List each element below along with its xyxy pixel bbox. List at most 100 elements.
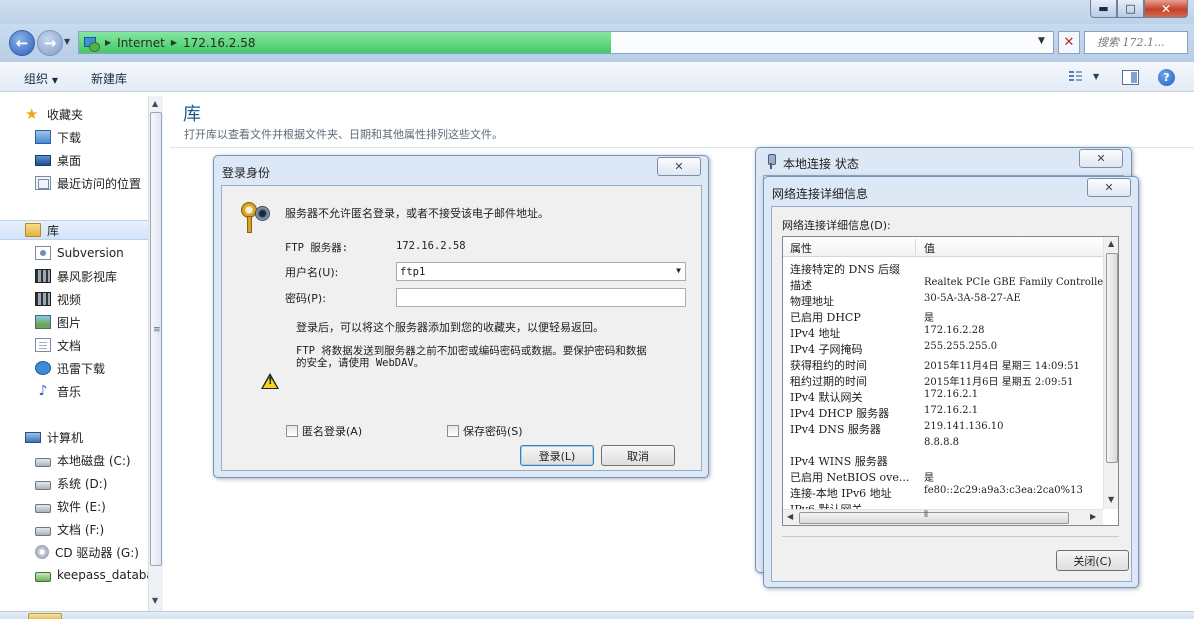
- scroll-up-icon[interactable]: ▲: [152, 99, 158, 108]
- list-item[interactable]: IPv4 DHCP 服务器 172.16.2.1: [783, 403, 1103, 420]
- dialog-close-button[interactable]: ✕: [1087, 178, 1131, 197]
- password-field[interactable]: [396, 288, 686, 307]
- sidebar-item-videos[interactable]: 视频: [0, 289, 148, 309]
- cancel-button[interactable]: 取消: [601, 445, 675, 466]
- favorites-hint: 登录后，可以将这个服务器添加到您的收藏夹，以便轻易返回。: [296, 321, 604, 334]
- change-view-icon[interactable]: [1067, 68, 1085, 85]
- dialog-body: 服务器不允许匿名登录，或者不接受该电子邮件地址。 FTP 服务器: 172.16…: [221, 185, 702, 471]
- new-library-button[interactable]: 新建库: [91, 70, 127, 87]
- sidebar-item-drive-e[interactable]: 软件 (E:): [0, 496, 148, 516]
- view-dropdown-icon[interactable]: ▼: [1093, 72, 1099, 81]
- sidebar-item-drive-f[interactable]: 文档 (F:): [0, 519, 148, 539]
- list-item[interactable]: IPv4 地址 172.16.2.28: [783, 323, 1103, 340]
- list-item[interactable]: 已启用 NetBIOS ove... 是: [783, 467, 1103, 484]
- divider: [782, 536, 1119, 537]
- close-details-button[interactable]: 关闭(C): [1056, 550, 1129, 571]
- sidebar-item-drive-c[interactable]: 本地磁盘 (C:): [0, 450, 148, 470]
- list-item[interactable]: 连接-本地 IPv6 地址 fe80::2c29:a9a3:c3ea:2ca0%1…: [783, 483, 1103, 500]
- list-item[interactable]: 连接特定的 DNS 后缀: [783, 259, 1103, 276]
- breadcrumb-internet[interactable]: Internet: [117, 36, 165, 50]
- scroll-left-icon[interactable]: ◀: [787, 512, 793, 521]
- sidebar-libraries[interactable]: 库: [0, 220, 148, 240]
- details-list[interactable]: 属性 值 连接特定的 DNS 后缀 描述 Realtek PCIe GBE Fam…: [782, 236, 1119, 526]
- recent-pages-dropdown[interactable]: ▼: [64, 37, 74, 46]
- list-item[interactable]: 物理地址 30-5A-3A-58-27-AE: [783, 291, 1103, 308]
- column-divider[interactable]: [915, 239, 916, 255]
- list-item[interactable]: IPv4 DNS 服务器 219.141.136.10: [783, 419, 1103, 436]
- minimize-button[interactable]: ▬: [1090, 0, 1117, 18]
- sidebar-item-documents[interactable]: 文档: [0, 335, 148, 355]
- computer-icon: [25, 431, 41, 443]
- list-item[interactable]: IPv4 WINS 服务器: [783, 451, 1103, 468]
- scrollbar-thumb[interactable]: [150, 112, 162, 566]
- sidebar-item-music[interactable]: ♪ 音乐: [0, 381, 148, 401]
- download-folder-icon: [35, 130, 51, 144]
- list-item[interactable]: 已启用 DHCP 是: [783, 307, 1103, 324]
- sidebar-computer[interactable]: 计算机: [0, 427, 148, 447]
- sidebar-item-subversion[interactable]: Subversion: [0, 243, 148, 263]
- dialog-close-button[interactable]: ✕: [657, 157, 701, 176]
- breadcrumb-separator-icon[interactable]: ▶: [105, 38, 111, 47]
- back-button[interactable]: ←: [9, 30, 35, 56]
- stop-loading-button[interactable]: ✕: [1058, 31, 1080, 54]
- page-title: 库: [183, 104, 201, 125]
- preview-pane-icon[interactable]: [1122, 70, 1139, 85]
- sidebar-item-baofeng[interactable]: 暴风影视库: [0, 266, 148, 286]
- checkbox-box[interactable]: [447, 425, 459, 437]
- sidebar-item-recent[interactable]: 最近访问的位置: [0, 173, 148, 193]
- desktop-icon: [35, 154, 51, 166]
- checkbox-box[interactable]: [286, 425, 298, 437]
- save-password-checkbox[interactable]: 保存密码(S): [447, 423, 523, 439]
- scroll-up-icon[interactable]: ▲: [1108, 239, 1114, 248]
- video-library-icon: [35, 269, 51, 283]
- system-drive-icon: [35, 457, 51, 467]
- search-box[interactable]: [1084, 31, 1188, 54]
- scrollbar-thumb[interactable]: [1106, 253, 1118, 463]
- forward-button[interactable]: →: [37, 30, 63, 56]
- grip-icon: ≡: [153, 325, 161, 335]
- username-combobox[interactable]: ftp1 ▼: [396, 262, 686, 281]
- list-vertical-scrollbar[interactable]: ▲ ▼: [1103, 237, 1118, 509]
- scrollbar-thumb[interactable]: [799, 512, 1069, 524]
- documents-icon: [35, 338, 51, 352]
- list-horizontal-scrollbar[interactable]: ◀ ⦀ ▶: [783, 509, 1103, 525]
- dialog-title: 本地连接 状态: [783, 157, 859, 171]
- sidebar-item-drive-g[interactable]: CD 驱动器 (G:): [0, 542, 148, 562]
- sidebar-item-drive-d[interactable]: 系统 (D:): [0, 473, 148, 493]
- maximize-button[interactable]: □: [1117, 0, 1144, 18]
- anonymous-login-checkbox[interactable]: 匿名登录(A): [286, 423, 362, 439]
- login-button[interactable]: 登录(L): [520, 445, 594, 466]
- dialog-close-button[interactable]: ✕: [1079, 149, 1123, 168]
- ftp-server-label: FTP 服务器:: [285, 242, 349, 254]
- column-header-property[interactable]: 属性: [790, 240, 812, 256]
- breadcrumb-separator-icon[interactable]: ▶: [171, 38, 177, 47]
- sidebar-item-thunder[interactable]: 迅雷下载: [0, 358, 148, 378]
- scroll-down-icon[interactable]: ▼: [152, 596, 158, 605]
- scroll-right-icon[interactable]: ▶: [1090, 512, 1096, 521]
- close-button[interactable]: ✕: [1144, 0, 1188, 18]
- breadcrumb-host[interactable]: 172.16.2.58: [183, 36, 256, 50]
- address-bar[interactable]: ▶ Internet ▶ 172.16.2.58: [78, 31, 1054, 54]
- sidebar-item-downloads[interactable]: 下载: [0, 127, 148, 147]
- scroll-down-icon[interactable]: ▼: [1108, 495, 1114, 504]
- chevron-down-icon[interactable]: ▼: [676, 266, 681, 275]
- help-icon[interactable]: ?: [1158, 69, 1175, 86]
- search-input[interactable]: [1097, 36, 1177, 49]
- list-item[interactable]: 租约过期的时间 2015年11月6日 星期五 2:09:51: [783, 371, 1103, 388]
- list-item[interactable]: 8.8.8.8: [783, 435, 1103, 451]
- column-header-value[interactable]: 值: [924, 240, 935, 256]
- list-item[interactable]: IPv4 默认网关 172.16.2.1: [783, 387, 1103, 404]
- organize-menu[interactable]: 组织 ▼: [24, 70, 58, 87]
- sidebar-item-pictures[interactable]: 图片: [0, 312, 148, 332]
- dialog-body: 网络连接详细信息(D): 属性 值 连接特定的 DNS 后缀 描述 Realtek…: [771, 206, 1132, 582]
- list-item[interactable]: 获得租约的时间 2015年11月4日 星期三 14:09:51: [783, 355, 1103, 372]
- list-item[interactable]: IPv4 子网掩码 255.255.255.0: [783, 339, 1103, 356]
- address-dropdown-icon[interactable]: ▼: [1038, 36, 1045, 46]
- key-icon: [241, 202, 271, 234]
- navigation-scrollbar[interactable]: ▲ ≡ ▼: [148, 96, 163, 611]
- sidebar-item-desktop[interactable]: 桌面: [0, 150, 148, 170]
- sidebar-favorites[interactable]: ★ 收藏夹: [0, 104, 148, 124]
- sidebar-item-keepass[interactable]: keepass_database: [0, 565, 148, 585]
- password-input[interactable]: [400, 291, 685, 304]
- list-item[interactable]: 描述 Realtek PCIe GBE Family Controller: [783, 275, 1103, 292]
